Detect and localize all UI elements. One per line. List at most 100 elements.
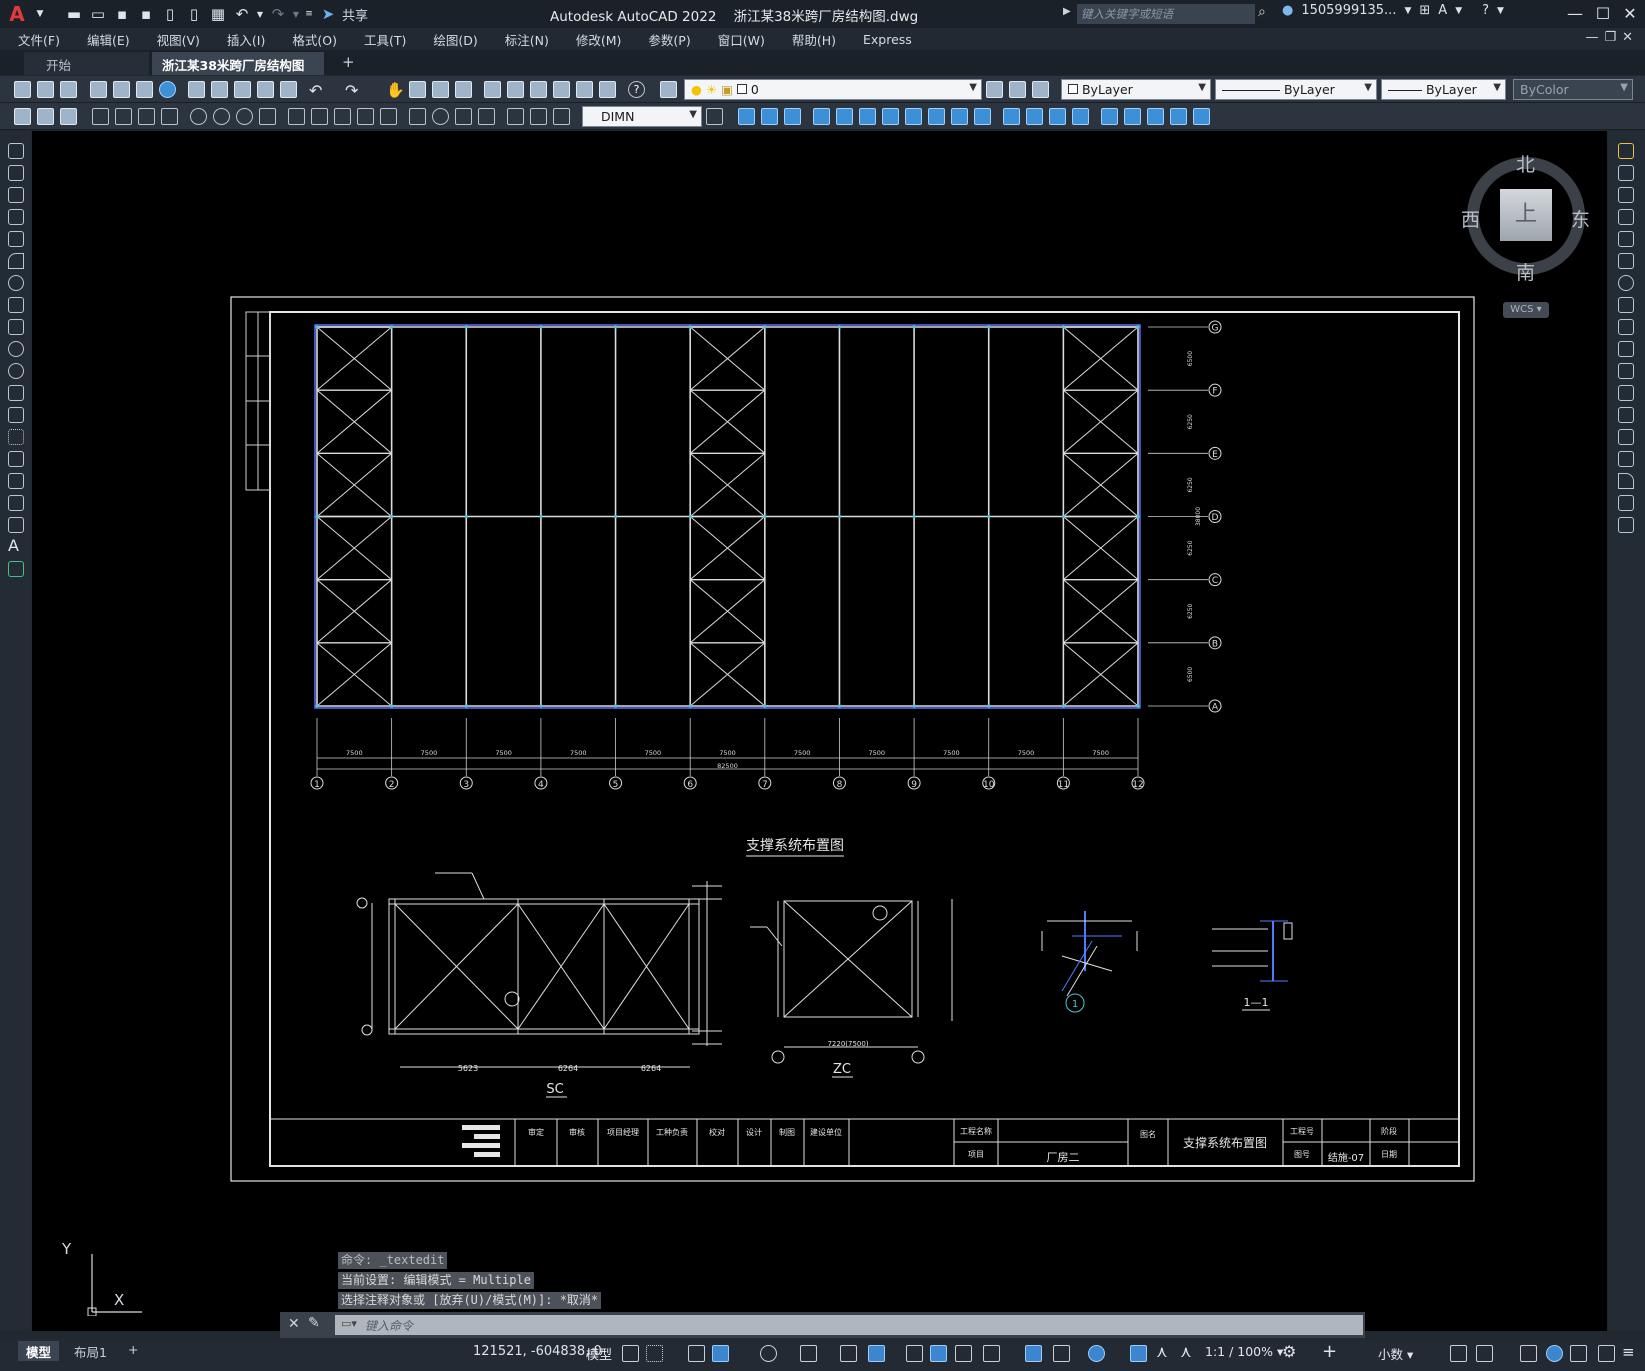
revision-cloud-icon[interactable]: [8, 297, 24, 313]
redo-dropdown-icon[interactable]: ▼: [290, 3, 302, 25]
modify-hatchedit-icon[interactable]: [1170, 108, 1187, 125]
move-icon[interactable]: [1618, 253, 1634, 269]
dim-break-icon[interactable]: [380, 108, 397, 125]
isometric-drafting-icon[interactable]: [800, 1345, 817, 1362]
dynamic-input-icon[interactable]: [712, 1345, 729, 1362]
pan-icon[interactable]: ✋: [386, 81, 405, 99]
design-center-icon[interactable]: [507, 81, 524, 98]
save-to-web-icon[interactable]: ▯: [182, 3, 206, 25]
diameter-dim-icon[interactable]: [236, 108, 253, 125]
stay-connected-icon[interactable]: A: [1438, 3, 1447, 18]
grid-icon[interactable]: [622, 1345, 639, 1362]
plot-preview-icon[interactable]: [113, 81, 130, 98]
layer-dropdown-icon[interactable]: ▼: [969, 82, 977, 93]
new-layout-button[interactable]: +: [120, 1341, 146, 1361]
copy-object-icon[interactable]: [1618, 165, 1634, 181]
center-mark-icon[interactable]: [432, 108, 449, 125]
new-file-icon[interactable]: ▬: [62, 3, 86, 25]
close-icon[interactable]: ✕: [1618, 3, 1642, 25]
properties-icon[interactable]: [484, 81, 501, 98]
offset-icon[interactable]: [1618, 209, 1634, 225]
make-current-layer-icon[interactable]: [986, 81, 1003, 98]
dim-style-icon[interactable]: [37, 108, 54, 125]
new-tab-button[interactable]: +: [336, 52, 361, 75]
break-at-point-icon[interactable]: [1618, 385, 1634, 401]
mirror-icon[interactable]: [1618, 187, 1634, 203]
maximize-icon[interactable]: ☐: [1591, 3, 1615, 25]
mtext-icon[interactable]: A: [8, 538, 24, 555]
menu-dimension[interactable]: 标注(N): [505, 30, 549, 49]
zoom-window-icon[interactable]: [432, 81, 449, 98]
open-from-web-icon[interactable]: ▯: [158, 3, 182, 25]
linetype-dropdown-icon[interactable]: ▼: [1364, 82, 1372, 93]
help-icon[interactable]: ?: [628, 81, 645, 98]
layer-properties-icon[interactable]: [660, 81, 677, 98]
dimstyle-dropdown[interactable]: DIMN ▼: [582, 106, 702, 127]
lineweight-dropdown-icon[interactable]: ▼: [1493, 82, 1501, 93]
inspection-icon[interactable]: [455, 108, 472, 125]
line-icon[interactable]: [8, 143, 24, 159]
modify-join-icon[interactable]: [1026, 108, 1043, 125]
polyline-icon[interactable]: [8, 187, 24, 203]
user-account[interactable]: 1505999135...: [1301, 3, 1396, 18]
break-icon[interactable]: [1618, 407, 1634, 423]
selection-cycling-icon[interactable]: [955, 1345, 972, 1362]
extend-icon[interactable]: [1618, 363, 1634, 379]
gradient-icon[interactable]: [8, 473, 24, 489]
save-as-icon[interactable]: ▪: [134, 3, 158, 25]
menu-tools[interactable]: 工具(T): [364, 30, 406, 49]
tool-palettes-icon[interactable]: [530, 81, 547, 98]
user-icon[interactable]: ●: [1282, 3, 1293, 18]
rectangle-icon[interactable]: [8, 231, 24, 247]
layer-dropdown[interactable]: ● ☀ ▣ 0 ▼: [684, 79, 982, 100]
explode-icon[interactable]: [1618, 517, 1634, 533]
model-space-toggle[interactable]: 模型: [586, 1344, 612, 1363]
quick-dimension-icon[interactable]: [288, 108, 305, 125]
plot-icon[interactable]: ▦: [206, 3, 230, 25]
wcs-menu-button[interactable]: WCS ▾: [1503, 302, 1549, 318]
modify-copy-icon[interactable]: [761, 108, 778, 125]
compass-south[interactable]: 南: [1516, 258, 1535, 285]
layer-state-icon[interactable]: [1032, 81, 1049, 98]
modify-trim-icon[interactable]: [951, 108, 968, 125]
markup-icon[interactable]: [576, 81, 593, 98]
tab-start[interactable]: 开始: [24, 52, 149, 75]
ellipse-icon[interactable]: [8, 341, 24, 357]
recent-commands-icon[interactable]: ▭▾: [341, 1317, 357, 1330]
share-button[interactable]: 共享: [342, 5, 368, 24]
help-dropdown-icon[interactable]: ▼: [1497, 6, 1504, 16]
tab-drawing[interactable]: 浙江某38米跨厂房结构图*✕: [152, 52, 324, 89]
modify-pedit-icon[interactable]: [1147, 108, 1164, 125]
qnew-icon[interactable]: [14, 81, 31, 98]
customize-quick-access-icon[interactable]: ≡: [302, 3, 316, 25]
polygon-icon[interactable]: [8, 209, 24, 225]
aligned-dim-icon[interactable]: [115, 108, 132, 125]
rotate-icon[interactable]: [1618, 275, 1634, 291]
selection-filter-icon[interactable]: [1053, 1345, 1070, 1362]
compass-north[interactable]: 北: [1516, 150, 1535, 177]
open-file-icon[interactable]: ▭: [86, 3, 110, 25]
jogged-dim-icon[interactable]: [213, 108, 230, 125]
dim-space-icon[interactable]: [357, 108, 374, 125]
menu-draw[interactable]: 绘图(D): [433, 30, 477, 49]
layer-previous-icon[interactable]: [1009, 81, 1026, 98]
join-icon[interactable]: [1618, 429, 1634, 445]
command-close-icon[interactable]: ✕: [288, 1316, 300, 1332]
lineweight-dropdown[interactable]: ByLayer ▼: [1381, 79, 1506, 100]
match-properties-icon[interactable]: [257, 81, 274, 98]
table-icon[interactable]: [8, 517, 24, 533]
zoom-realtime-icon[interactable]: [409, 81, 426, 98]
radius-dim-icon[interactable]: [190, 108, 207, 125]
chamfer-icon[interactable]: [1618, 451, 1634, 467]
search-input[interactable]: 键入关键字或短语: [1077, 4, 1255, 24]
spline-icon[interactable]: [8, 319, 24, 335]
menu-view[interactable]: 视图(V): [157, 30, 200, 49]
compass-west[interactable]: 西: [1461, 205, 1480, 232]
array-icon[interactable]: [1618, 231, 1634, 247]
viewcube-top-face[interactable]: 上: [1500, 189, 1552, 241]
command-customize-icon[interactable]: ✎: [308, 1315, 320, 1331]
viewcube[interactable]: 上 北 南 东 西: [1461, 150, 1591, 285]
publish-icon[interactable]: [136, 81, 153, 98]
object-snap-tracking-icon[interactable]: [840, 1345, 857, 1362]
tolerance-icon[interactable]: [409, 108, 426, 125]
